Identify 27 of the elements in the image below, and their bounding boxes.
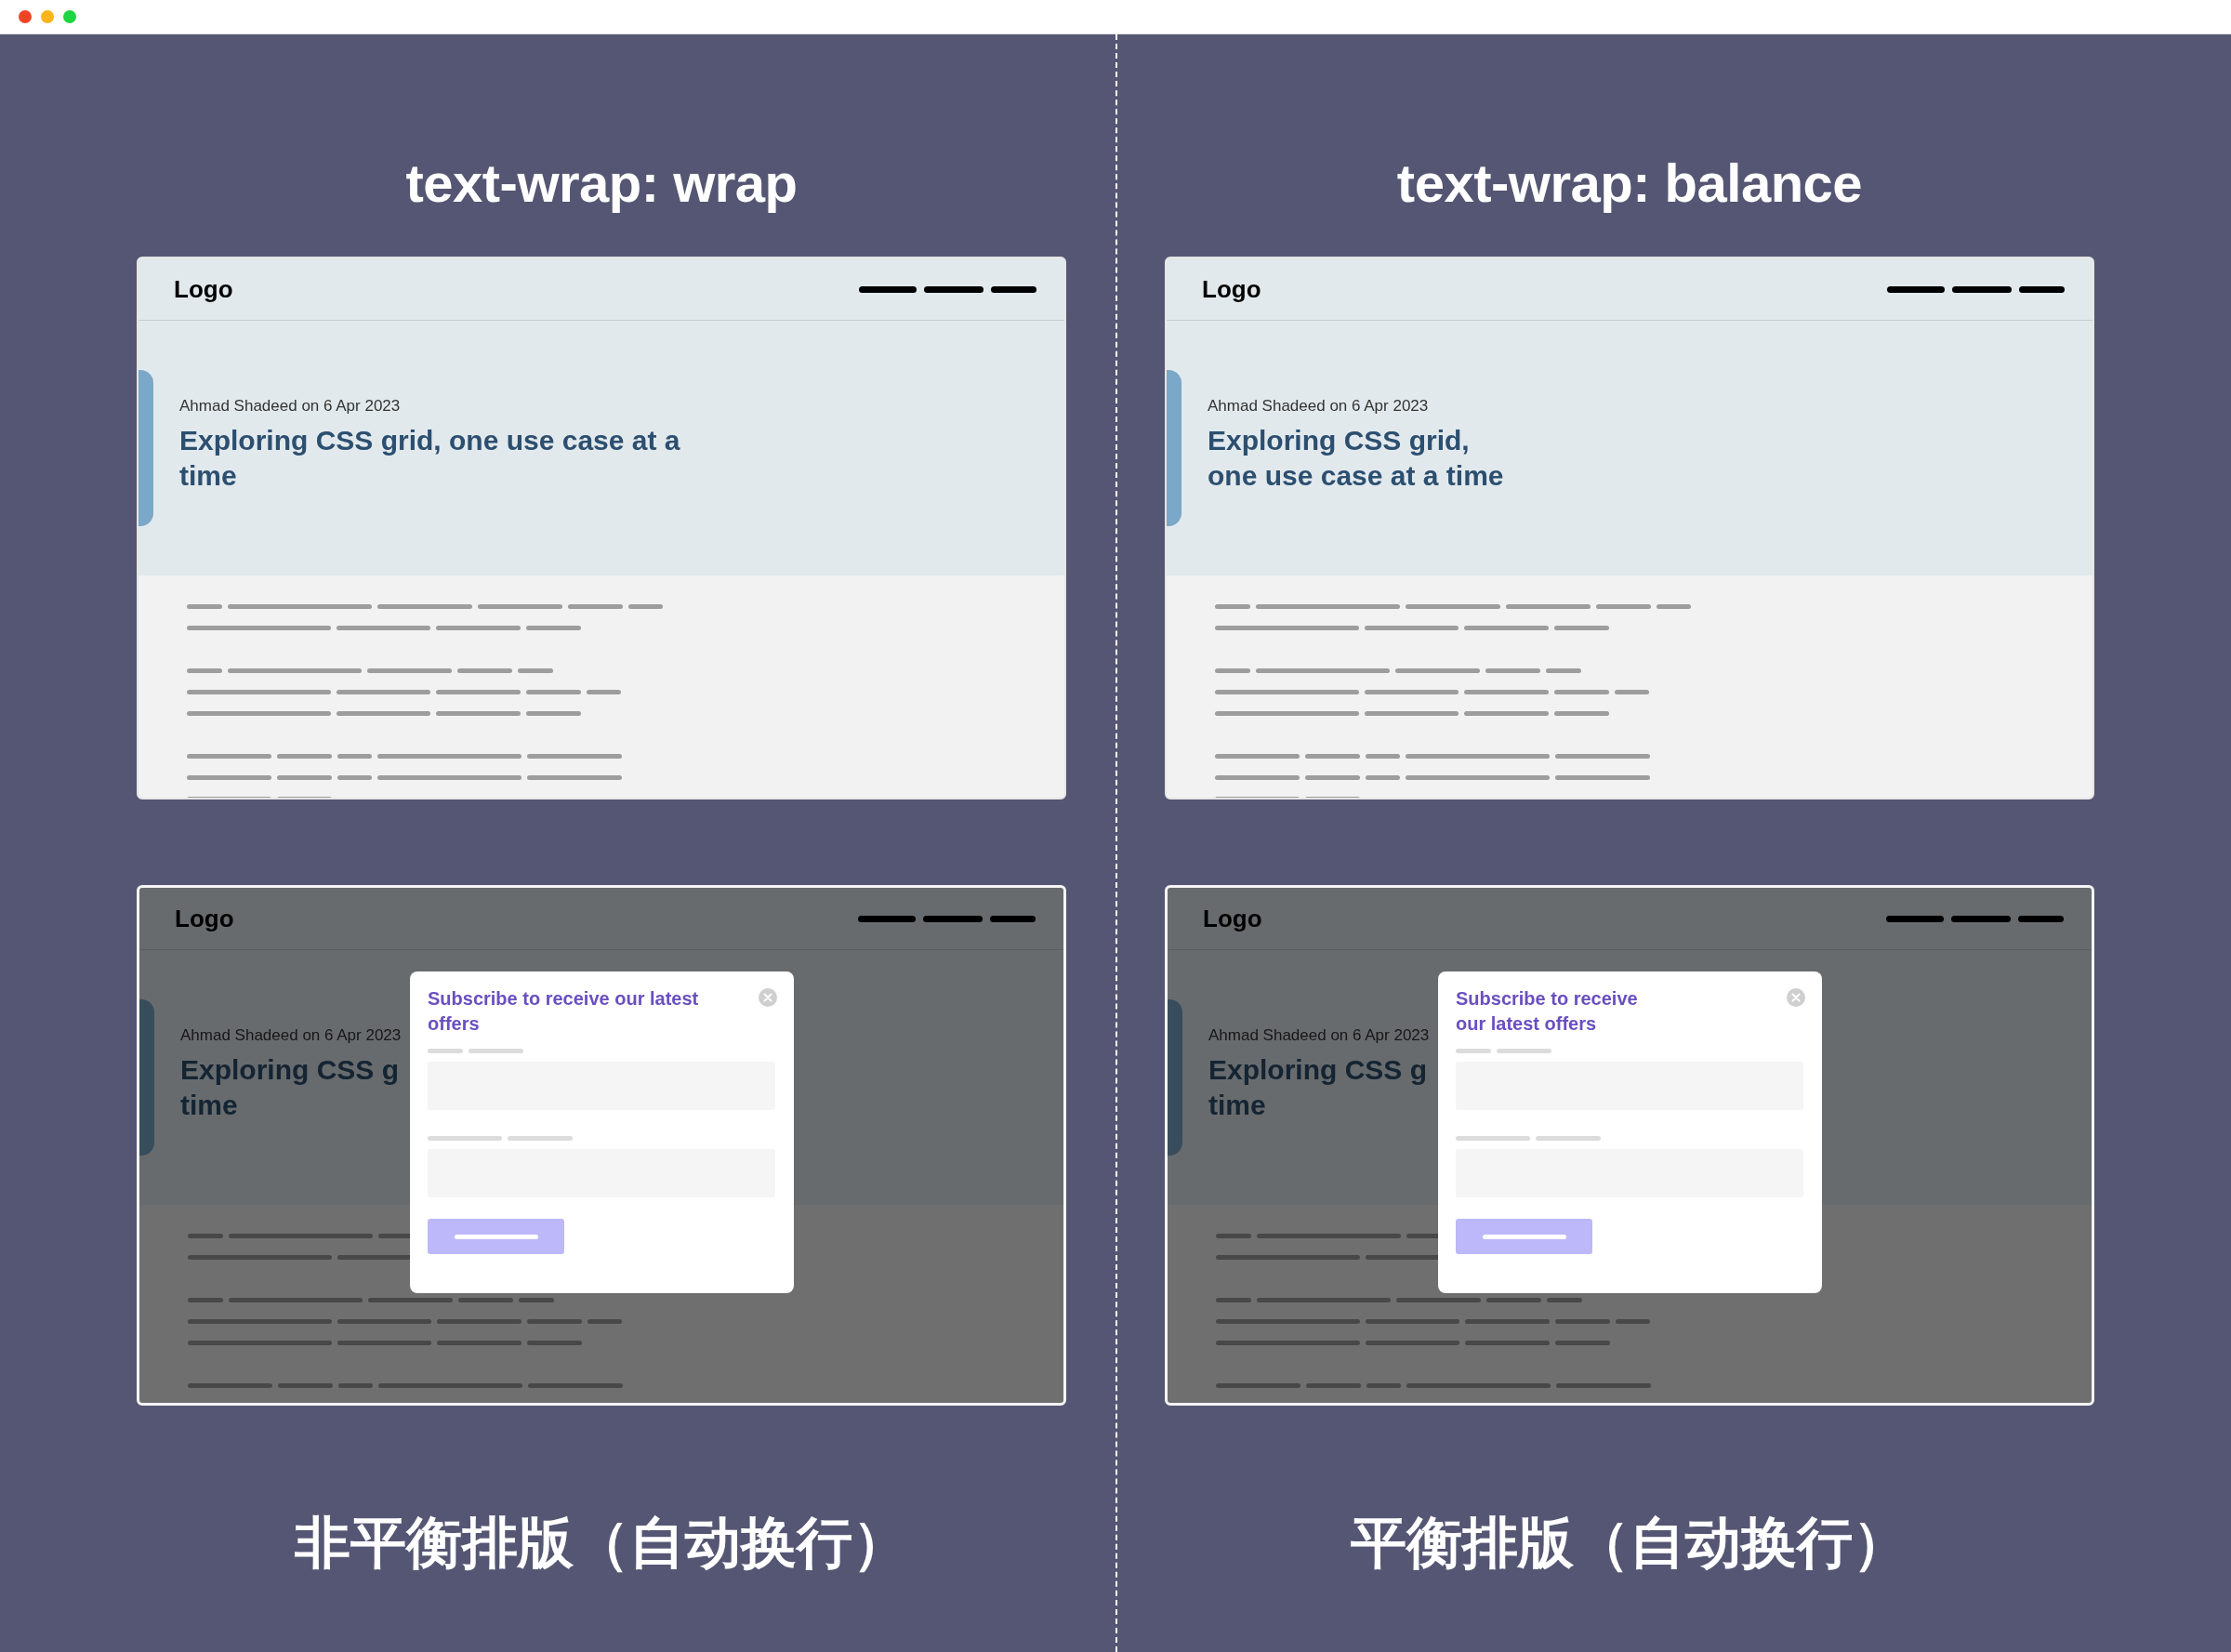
close-icon[interactable] [759, 988, 777, 1007]
article-title: Exploring CSS g [180, 1053, 400, 1087]
panel-caption: 平衡排版（自动换行） [1351, 1511, 1908, 1576]
logo-text: Logo [174, 274, 233, 304]
maximize-icon[interactable] [63, 10, 76, 23]
article-title: Exploring CSS grid, one use case at a time [179, 424, 681, 493]
article-meta: Ahmad Shadeed on 6 Apr 2023 [1208, 1026, 1430, 1045]
article-title: Exploring CSS g [1208, 1053, 1428, 1087]
article-title: time [1208, 1089, 1266, 1122]
article-title: Exploring CSS grid, one use case at a time [1208, 424, 1505, 493]
minimize-icon[interactable] [41, 10, 54, 23]
dialog-title: Subscribe to receive our latest offers [1456, 987, 1639, 1036]
close-icon[interactable] [1787, 988, 1805, 1007]
logo-text: Logo [175, 904, 234, 933]
logo-text: Logo [1203, 904, 1262, 933]
dialog-title: Subscribe to receive our latest offers [428, 987, 700, 1036]
logo-text: Logo [1202, 274, 1261, 304]
article-meta: Ahmad Shadeed on 6 Apr 2023 [179, 397, 402, 416]
article-title: time [180, 1089, 238, 1122]
panel-heading: text-wrap: wrap [405, 152, 798, 215]
panel-heading: text-wrap: balance [1396, 152, 1863, 215]
panel-caption: 非平衡排版（自动换行） [295, 1511, 908, 1576]
article-meta: Ahmad Shadeed on 6 Apr 2023 [180, 1026, 402, 1045]
article-meta: Ahmad Shadeed on 6 Apr 2023 [1208, 397, 1430, 416]
submit-button[interactable] [428, 1219, 564, 1254]
close-icon[interactable] [19, 10, 32, 23]
submit-button[interactable] [1456, 1219, 1592, 1254]
